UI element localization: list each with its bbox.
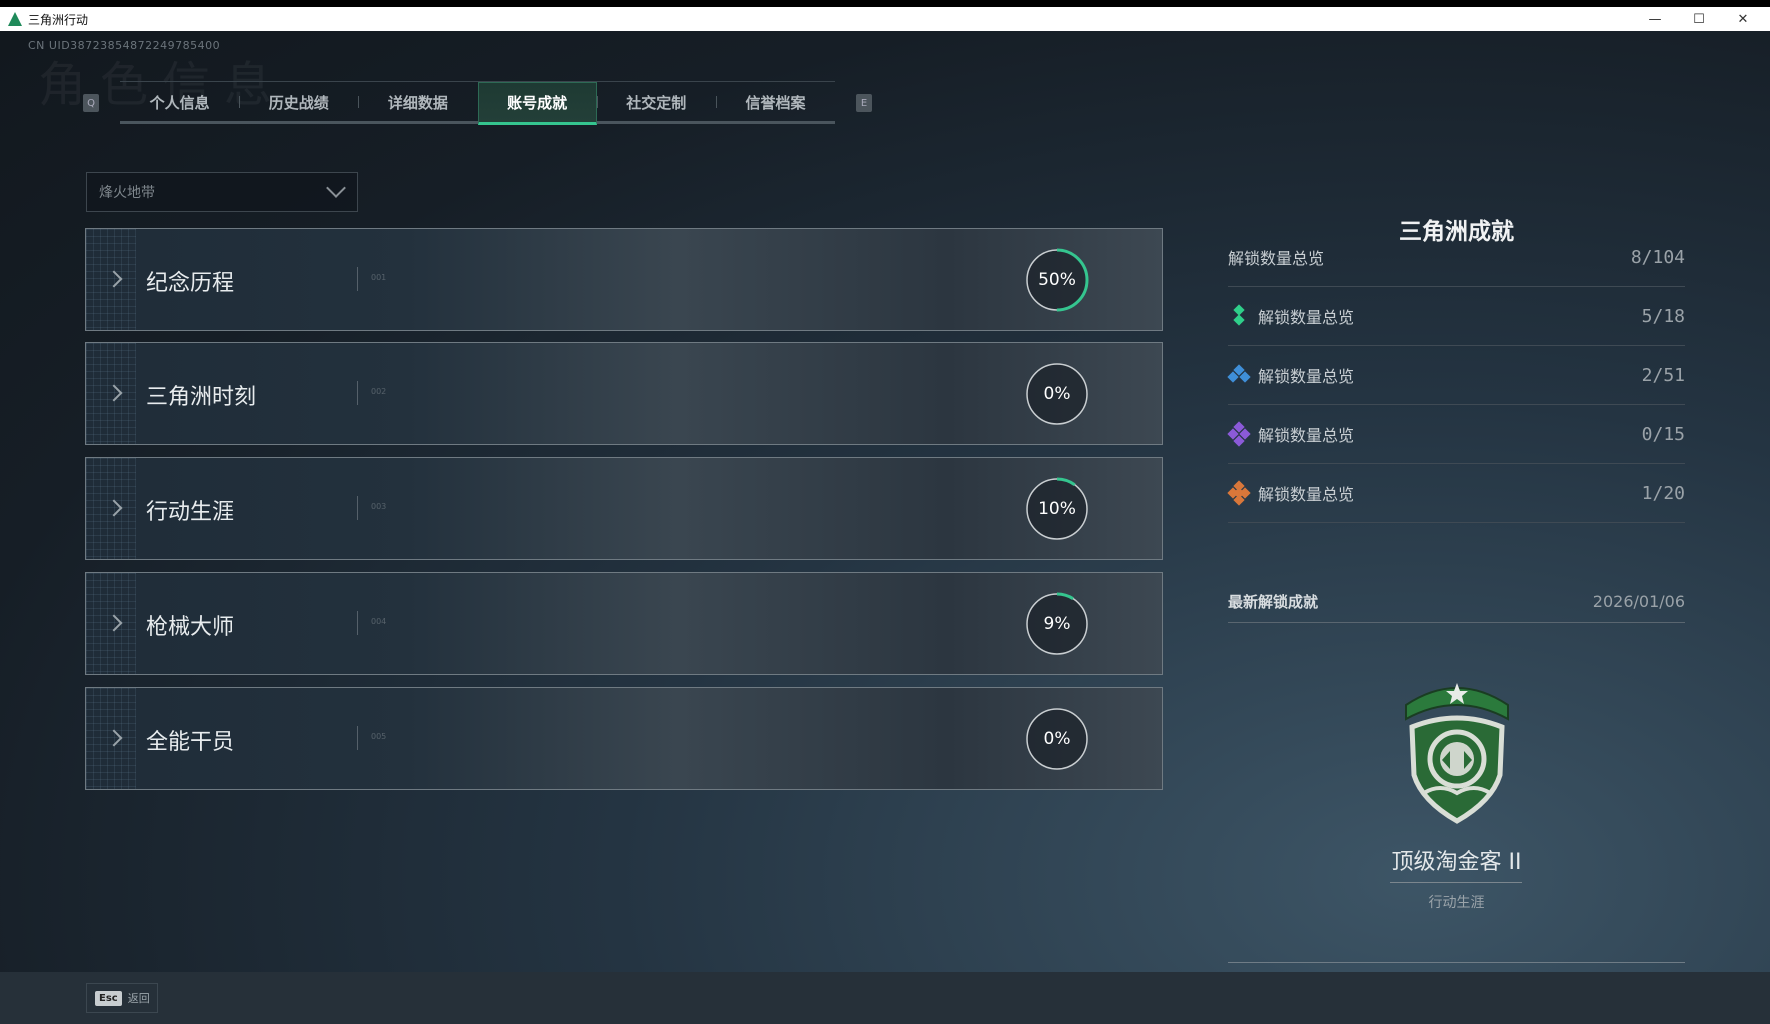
category-number: 003 [371,502,387,511]
summary-total-value: 8/104 [1630,246,1685,268]
progress-ring: 50% [1024,247,1090,313]
divider [357,267,358,291]
latest-achievement-name: 顶级淘金客 II [1391,850,1522,875]
achievement-category-row[interactable]: 三角洲时刻 002 0% [85,342,1163,445]
category-label: 行动生涯 [146,500,235,525]
tier-label: 解锁数量总览 [1258,308,1355,327]
divider [357,496,358,520]
latest-date: 2026/01/06 [1592,592,1685,611]
divider [1228,962,1685,963]
category-number: 002 [371,387,387,396]
summary-total-label: 解锁数量总览 [1228,249,1325,268]
category-label: 枪械大师 [146,615,235,640]
divider [357,726,358,750]
window-title: 三角洲行动 [28,12,89,27]
summary-tier-row: 解锁数量总览 2/51 [1227,346,1685,405]
tab-personal-info[interactable]: 个人信息 [120,82,239,122]
summary-tier-row: 解锁数量总览 1/20 [1227,464,1685,523]
progress-percent: 50% [1038,270,1076,290]
latest-header: 最新解锁成就 2026/01/06 [1228,581,1685,623]
window-titlebar: 三角洲行动 — ☐ ✕ [0,7,1770,31]
progress-ring: 0% [1024,706,1090,772]
achievement-category-row[interactable]: 纪念历程 001 50% [85,228,1163,331]
achievement-badge-icon [1405,683,1509,824]
achievement-category-row[interactable]: 行动生涯 003 10% [85,457,1163,560]
progress-ring: 9% [1024,591,1090,657]
tier-label: 解锁数量总览 [1258,367,1355,386]
blue-tier-icon [1227,364,1251,386]
bottom-bar: Esc 返回 [0,972,1770,1024]
divider [357,611,358,635]
green-tier-icon [1228,304,1250,327]
progress-percent: 0% [1043,729,1071,749]
tab-next-key[interactable]: E [856,94,872,112]
progress-ring: 10% [1024,476,1090,542]
tab-bar: 个人信息 历史战绩 详细数据 账号成就 社交定制 信誉档案 [120,81,835,125]
mode-select-value: 烽火地带 [99,185,155,201]
category-number: 004 [371,617,387,626]
tier-label: 解锁数量总览 [1258,426,1355,445]
progress-ring: 0% [1024,361,1090,427]
progress-percent: 0% [1043,384,1071,404]
tier-value: 0/15 [1641,423,1685,445]
app-logo-icon [8,12,22,26]
achievement-category-row[interactable]: 枪械大师 004 9% [85,572,1163,675]
player-uid: CN UID3872385487224978540​0 [28,39,221,52]
category-label: 纪念历程 [146,271,235,296]
progress-percent: 9% [1043,614,1071,634]
category-label: 三角洲时刻 [146,385,257,410]
back-label: 返回 [127,992,150,1005]
divider [357,381,358,405]
divider [1390,882,1522,883]
category-label: 全能干员 [146,730,235,755]
tab-prev-key[interactable]: Q [83,94,99,112]
category-number: 005 [371,732,387,741]
tier-value: 2/51 [1641,364,1685,386]
esc-key: Esc [95,990,122,1006]
summary-tier-row: 解锁数量总览 5/18 [1228,287,1685,346]
latest-label: 最新解锁成就 [1228,593,1319,611]
mode-select[interactable]: 烽火地带 [86,172,358,212]
tab-history[interactable]: 历史战绩 [239,82,358,122]
purple-tier-icon [1227,421,1251,447]
tab-social[interactable]: 社交定制 [596,82,716,122]
orange-tier-icon [1227,480,1251,506]
summary-tier-row: 解锁数量总览 0/15 [1227,405,1685,464]
main-area: 角色信息 CN UID3872385487224978540​0 Q 个人信息 … [0,31,1770,972]
tier-value: 1/20 [1641,482,1685,504]
close-button[interactable]: ✕ [1721,7,1765,31]
tab-achievements[interactable]: 账号成就 [477,82,597,125]
summary-total-row: 解锁数量总览 8/104 [1228,228,1685,287]
tier-value: 5/18 [1641,305,1685,327]
maximize-button[interactable]: ☐ [1677,7,1721,31]
progress-percent: 10% [1038,499,1076,519]
tab-detailed-data[interactable]: 详细数据 [358,82,477,122]
back-button[interactable]: Esc 返回 [86,983,158,1013]
achievement-category-row[interactable]: 全能干员 005 0% [85,687,1163,790]
chevron-down-icon [326,178,346,198]
category-number: 001 [371,273,387,282]
tab-reputation[interactable]: 信誉档案 [715,82,835,122]
minimize-button[interactable]: — [1633,7,1677,31]
tier-label: 解锁数量总览 [1258,485,1355,504]
latest-achievement-category: 行动生涯 [1428,895,1485,911]
